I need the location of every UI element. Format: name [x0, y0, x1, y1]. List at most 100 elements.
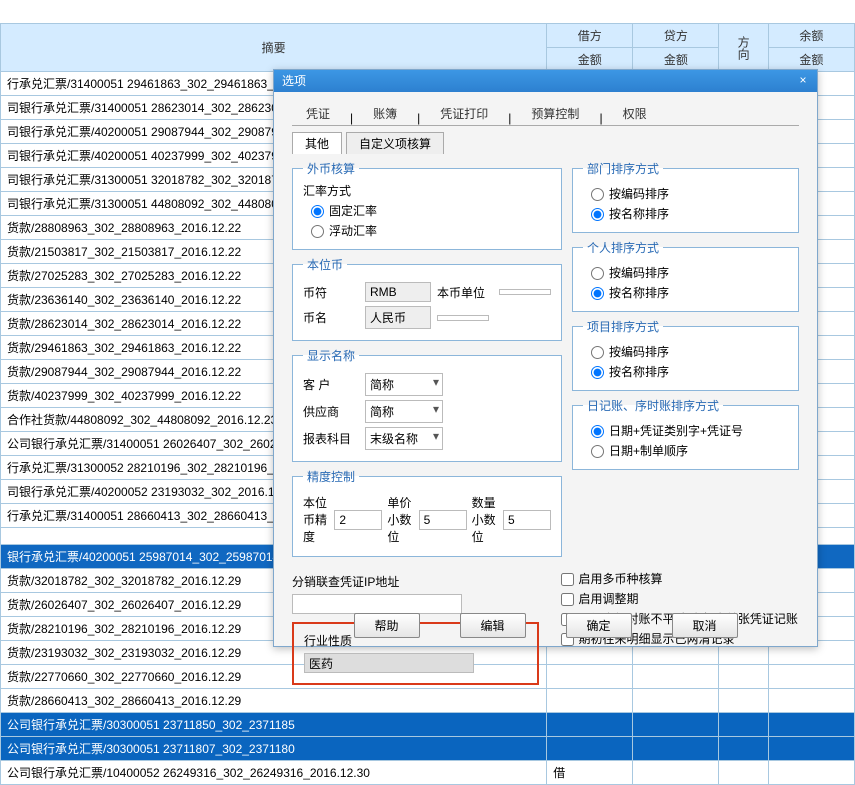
chk-multi-currency[interactable]: 启用多币种核算 — [561, 570, 800, 587]
chk-adjust-period[interactable]: 启用调整期 — [561, 590, 800, 607]
options-dialog: 选项 × 凭证| 账簿| 凭证打印| 预算控制| 权限 其他 自定义项核算 外币… — [273, 69, 818, 647]
group-journal-sort: 日记账、序时账排序方式 日期+凭证类别字+凭证号 日期+制单顺序 — [572, 397, 799, 470]
cell — [768, 761, 854, 785]
field-sym: RMB — [365, 282, 431, 302]
cell — [633, 689, 719, 713]
input-prec3[interactable] — [503, 510, 551, 530]
tab-perm[interactable]: 权限 — [609, 102, 661, 125]
legend-prec: 精度控制 — [303, 468, 359, 485]
label-prec1: 本位币精度 — [303, 494, 329, 545]
group-proj-sort: 项目排序方式 按编码排序 按名称排序 — [572, 318, 799, 391]
label-vendor: 供应商 — [303, 403, 359, 420]
table-row[interactable]: 货款/28660413_302_28660413_2016.12.29 — [1, 689, 855, 713]
fx-sublabel: 汇率方式 — [303, 182, 551, 199]
radio-dept-code[interactable]: 按编码排序 — [591, 185, 788, 202]
tab-print[interactable]: 凭证打印 — [426, 102, 502, 125]
cell-summary: 公司银行承兑汇票/10400052 26249316_302_26249316_… — [1, 761, 547, 785]
edit-button[interactable]: 编辑 — [460, 613, 526, 638]
radio-journal-1[interactable]: 日期+凭证类别字+凭证号 — [591, 422, 788, 439]
radio-proj-name[interactable]: 按名称排序 — [591, 363, 788, 380]
combo-vendor[interactable]: 简称 — [365, 400, 443, 423]
radio-float-rate[interactable]: 浮动汇率 — [311, 222, 551, 239]
field-cname2[interactable] — [437, 315, 489, 321]
input-prec2[interactable] — [419, 510, 467, 530]
cell — [719, 713, 768, 737]
label-unit: 本币单位 — [437, 284, 493, 301]
legend-fx: 外币核算 — [303, 160, 359, 177]
cell — [719, 689, 768, 713]
label-sym: 币符 — [303, 284, 359, 301]
legend-base: 本位币 — [303, 256, 347, 273]
cell — [633, 761, 719, 785]
help-button[interactable]: 帮助 — [354, 613, 420, 638]
input-prec1[interactable] — [334, 510, 382, 530]
group-precision: 精度控制 本位币精度 单价小数位 数量小数位 — [292, 468, 562, 557]
combo-cust[interactable]: 简称 — [365, 373, 443, 396]
col-credit: 贷方 — [633, 24, 719, 48]
field-unit[interactable] — [499, 289, 551, 295]
col-balance-amt: 金额 — [768, 48, 854, 72]
label-prec3: 数量小数位 — [472, 494, 498, 545]
dialog-title: 选项 — [282, 74, 306, 88]
cell-summary: 公司银行承兑汇票/30300051 23711850_302_2371185 — [1, 713, 547, 737]
table-row[interactable]: 公司银行承兑汇票/30300051 23711807_302_2371180 — [1, 737, 855, 761]
field-cname: 人民币 — [365, 306, 431, 329]
cell: 借 — [547, 761, 633, 785]
label-cname: 币名 — [303, 309, 359, 326]
radio-proj-code[interactable]: 按编码排序 — [591, 343, 788, 360]
group-display-name: 显示名称 客 户简称 供应商简称 报表科目末级名称 — [292, 347, 562, 462]
tab-budget[interactable]: 预算控制 — [517, 102, 593, 125]
tab-ledger[interactable]: 账簿 — [359, 102, 411, 125]
radio-fixed-rate[interactable]: 固定汇率 — [311, 202, 551, 219]
label-prec2: 单价小数位 — [387, 494, 413, 545]
subtab-custom[interactable]: 自定义项核算 — [346, 132, 444, 154]
label-dist-ip: 分销联查凭证IP地址 — [292, 575, 399, 589]
combo-report[interactable]: 末级名称 — [365, 427, 443, 450]
legend-dept: 部门排序方式 — [583, 160, 663, 177]
cell — [719, 761, 768, 785]
subtab-other[interactable]: 其他 — [292, 132, 342, 154]
cell — [719, 737, 768, 761]
cell — [633, 737, 719, 761]
main-tabs: 凭证| 账簿| 凭证打印| 预算控制| 权限 — [292, 102, 799, 126]
cell-summary: 公司银行承兑汇票/30300051 23711807_302_2371180 — [1, 737, 547, 761]
cancel-button[interactable]: 取消 — [672, 613, 738, 638]
dialog-title-bar[interactable]: 选项 × — [274, 70, 817, 92]
label-cust: 客 户 — [303, 376, 359, 393]
legend-proj: 项目排序方式 — [583, 318, 663, 335]
cell — [633, 713, 719, 737]
radio-dept-name[interactable]: 按名称排序 — [591, 205, 788, 222]
legend-journal: 日记账、序时账排序方式 — [583, 397, 723, 414]
ok-button[interactable]: 确定 — [566, 613, 632, 638]
cell — [768, 689, 854, 713]
cell-summary: 货款/28660413_302_28660413_2016.12.29 — [1, 689, 547, 713]
cell — [768, 713, 854, 737]
legend-disp: 显示名称 — [303, 347, 359, 364]
table-row[interactable]: 公司银行承兑汇票/30300051 23711850_302_2371185 — [1, 713, 855, 737]
radio-pers-name[interactable]: 按名称排序 — [591, 284, 788, 301]
close-icon[interactable]: × — [795, 73, 811, 89]
col-summary: 摘要 — [1, 24, 547, 72]
group-dept-sort: 部门排序方式 按编码排序 按名称排序 — [572, 160, 799, 233]
tab-voucher[interactable]: 凭证 — [292, 102, 344, 125]
radio-journal-2[interactable]: 日期+制单顺序 — [591, 442, 788, 459]
input-industry[interactable] — [304, 653, 474, 673]
cell — [547, 737, 633, 761]
table-row[interactable]: 公司银行承兑汇票/10400052 26249316_302_26249316_… — [1, 761, 855, 785]
col-credit-amt: 金额 — [633, 48, 719, 72]
col-debit-amt: 金额 — [547, 48, 633, 72]
cell — [547, 713, 633, 737]
col-direction: 方向 — [719, 24, 768, 72]
label-report: 报表科目 — [303, 430, 359, 447]
group-base-currency: 本位币 币符 RMB 本币单位 币名 人民币 — [292, 256, 562, 341]
legend-pers: 个人排序方式 — [583, 239, 663, 256]
sub-tabs: 其他 自定义项核算 — [292, 132, 799, 154]
group-fx: 外币核算 汇率方式 固定汇率 浮动汇率 — [292, 160, 562, 250]
group-person-sort: 个人排序方式 按编码排序 按名称排序 — [572, 239, 799, 312]
cell — [547, 689, 633, 713]
radio-pers-code[interactable]: 按编码排序 — [591, 264, 788, 281]
col-balance: 余额 — [768, 24, 854, 48]
cell — [768, 737, 854, 761]
col-debit: 借方 — [547, 24, 633, 48]
input-dist-ip[interactable] — [292, 594, 462, 614]
